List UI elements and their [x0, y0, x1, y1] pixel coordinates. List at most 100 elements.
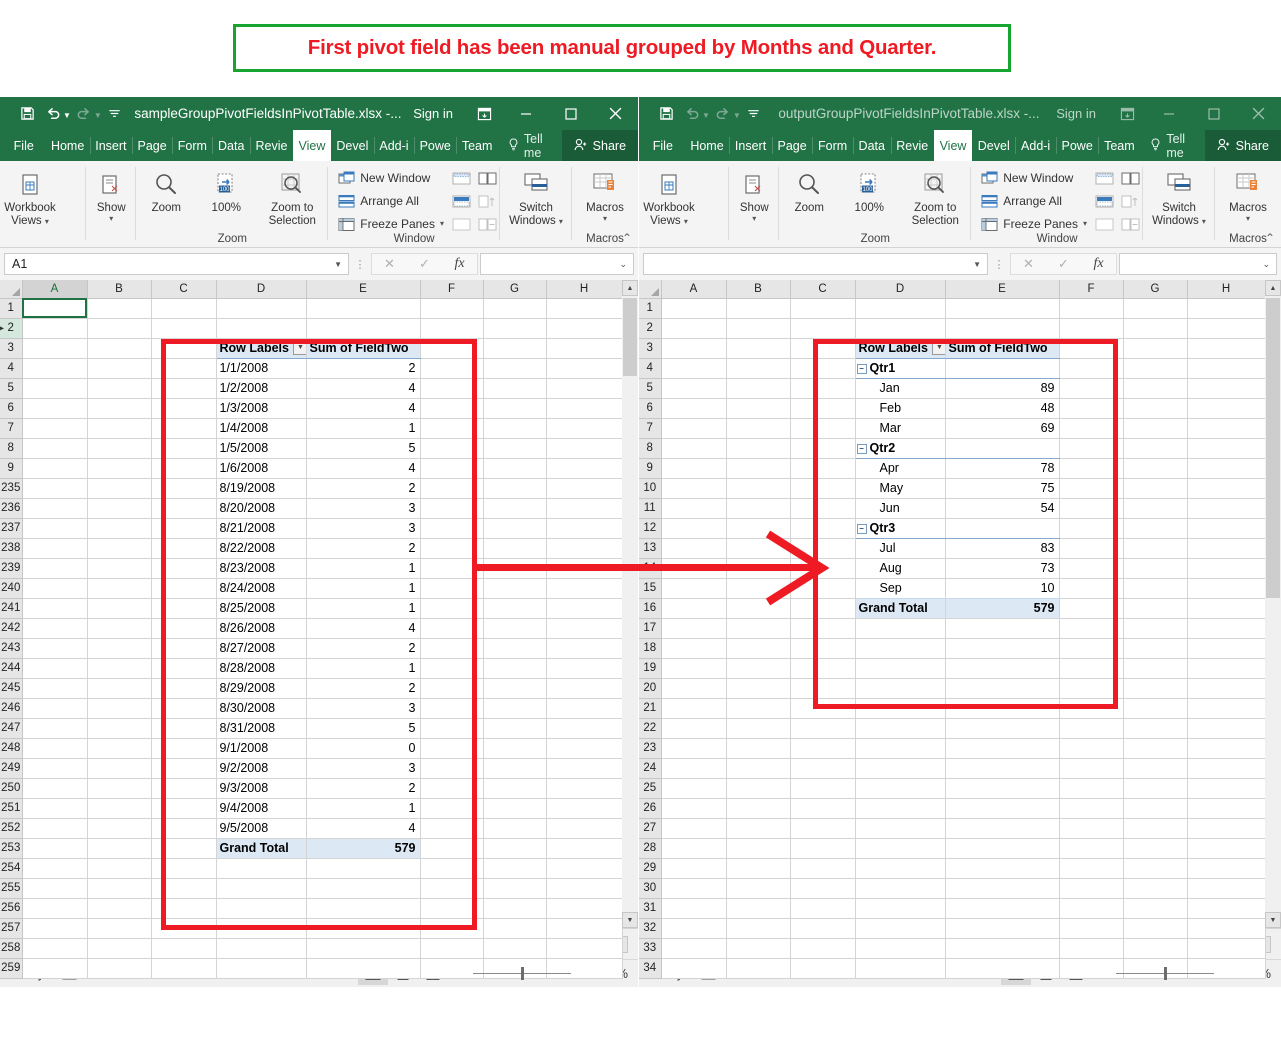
cell[interactable] — [87, 658, 151, 678]
cell[interactable] — [216, 318, 306, 338]
cell[interactable] — [420, 778, 483, 798]
tab-review[interactable]: Revie — [250, 130, 293, 161]
pivot-value-cell[interactable]: 2 — [306, 678, 420, 698]
cell[interactable] — [420, 738, 483, 758]
cell[interactable] — [1059, 298, 1123, 318]
row-header[interactable]: 10 — [639, 478, 661, 498]
pivot-label-cell[interactable]: 8/25/2008 — [216, 598, 306, 618]
cell[interactable] — [1059, 498, 1123, 518]
cell[interactable] — [661, 718, 726, 738]
cell[interactable] — [726, 398, 790, 418]
cell[interactable] — [151, 398, 216, 418]
pivot-label-cell[interactable]: Aug — [855, 558, 945, 578]
cell[interactable] — [22, 938, 87, 958]
show-button[interactable]: Show ▾ — [86, 165, 136, 223]
zoom-slider-right[interactable] — [1116, 967, 1214, 981]
cell[interactable] — [661, 458, 726, 478]
close-icon[interactable] — [1236, 97, 1281, 130]
cell[interactable] — [306, 938, 420, 958]
tab-home[interactable]: Homе — [685, 130, 730, 161]
cell[interactable] — [546, 418, 622, 438]
cell[interactable] — [22, 898, 87, 918]
scroll-down-icon[interactable]: ▼ — [1265, 912, 1281, 928]
row-header[interactable]: 250 — [0, 778, 22, 798]
insert-function-icon[interactable]: fx — [442, 256, 477, 272]
pivot-value-cell[interactable]: 2 — [306, 478, 420, 498]
cell[interactable] — [87, 638, 151, 658]
cell[interactable] — [546, 458, 622, 478]
cell[interactable] — [855, 918, 945, 938]
cell[interactable] — [420, 618, 483, 638]
cell[interactable] — [22, 658, 87, 678]
cell[interactable] — [726, 758, 790, 778]
cell[interactable] — [546, 738, 622, 758]
sign-in-button-right[interactable]: Sign in — [1044, 106, 1108, 121]
cell[interactable] — [420, 758, 483, 778]
cell[interactable] — [22, 618, 87, 638]
cell[interactable] — [546, 478, 622, 498]
pivot-value-cell[interactable]: 69 — [945, 418, 1059, 438]
collapse-icon[interactable]: − — [857, 524, 867, 534]
cell[interactable] — [790, 478, 855, 498]
cell[interactable] — [87, 758, 151, 778]
cell[interactable] — [420, 858, 483, 878]
pivot-label-cell[interactable]: 9/2/2008 — [216, 758, 306, 778]
cell[interactable] — [216, 298, 306, 318]
cell[interactable] — [1059, 678, 1123, 698]
cell[interactable] — [790, 838, 855, 858]
cell[interactable] — [483, 678, 546, 698]
row-header[interactable]: 32 — [639, 918, 661, 938]
cell[interactable] — [420, 638, 483, 658]
cell[interactable] — [726, 298, 790, 318]
hide-window-icon[interactable] — [448, 191, 474, 212]
cell[interactable] — [420, 918, 483, 938]
cell[interactable] — [855, 638, 945, 658]
row-header[interactable]: 7 — [0, 418, 22, 438]
row-header[interactable]: 13 — [639, 538, 661, 558]
cell[interactable] — [726, 778, 790, 798]
cell[interactable] — [151, 298, 216, 318]
pivot-label-cell[interactable]: 1/1/2008 — [216, 358, 306, 378]
cell[interactable] — [790, 418, 855, 438]
macros-button[interactable]: Macros ▾ — [572, 165, 638, 223]
cell[interactable] — [945, 318, 1059, 338]
cell[interactable] — [87, 298, 151, 318]
cell[interactable] — [790, 898, 855, 918]
cell[interactable] — [420, 818, 483, 838]
cell[interactable] — [945, 858, 1059, 878]
undo-dropdown-caret-icon[interactable]: ▼ — [63, 111, 71, 120]
cell[interactable] — [22, 738, 87, 758]
ribbon-display-options-icon[interactable] — [465, 97, 503, 130]
cell[interactable] — [790, 658, 855, 678]
cell[interactable] — [855, 618, 945, 638]
cell[interactable] — [151, 618, 216, 638]
cell[interactable] — [151, 358, 216, 378]
row-header[interactable]: 254 — [0, 858, 22, 878]
pivot-label-cell[interactable]: 1/3/2008 — [216, 398, 306, 418]
split-icon[interactable] — [1091, 168, 1117, 189]
sign-in-button-left[interactable]: Sign in — [401, 106, 465, 121]
cell[interactable] — [151, 378, 216, 398]
customize-qat-icon[interactable] — [741, 102, 767, 126]
cell[interactable] — [22, 518, 87, 538]
row-header[interactable]: 238 — [0, 538, 22, 558]
cell[interactable] — [790, 778, 855, 798]
cell[interactable] — [1187, 518, 1265, 538]
macros-button[interactable]: Macros ▾ — [1215, 165, 1281, 223]
cell[interactable] — [790, 698, 855, 718]
cell[interactable] — [420, 598, 483, 618]
tab-developer[interactable]: Devel — [972, 130, 1015, 161]
show-button[interactable]: Show ▾ — [729, 165, 779, 223]
cell[interactable] — [855, 758, 945, 778]
pivot-value-cell[interactable]: 89 — [945, 378, 1059, 398]
cell[interactable] — [855, 798, 945, 818]
confirm-edit-icon[interactable]: ✓ — [1046, 256, 1081, 272]
cell[interactable] — [726, 718, 790, 738]
cell[interactable] — [420, 698, 483, 718]
cell[interactable] — [790, 438, 855, 458]
cell[interactable] — [87, 558, 151, 578]
cell[interactable] — [546, 618, 622, 638]
cell[interactable] — [546, 638, 622, 658]
cell[interactable] — [22, 318, 87, 338]
cell[interactable] — [855, 718, 945, 738]
